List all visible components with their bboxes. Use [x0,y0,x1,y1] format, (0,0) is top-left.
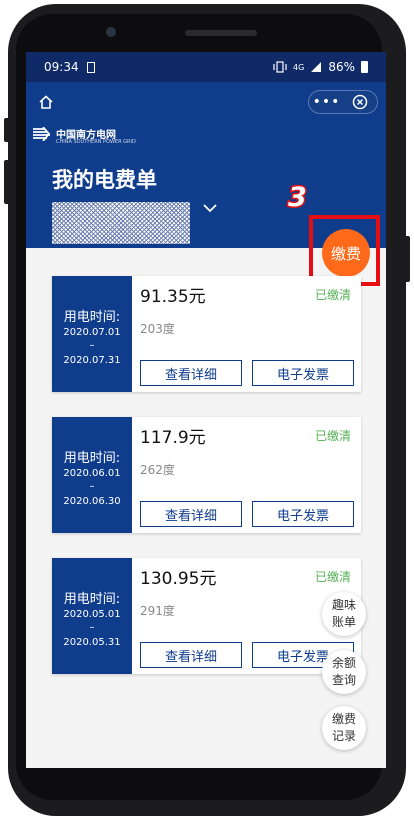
page-title: 我的电费单 [52,168,157,192]
app-screen: 09:34 4G 86% ••• 中国南方电网 CHINA SOUTHERN P… [26,52,386,768]
status-time: 09:34 [44,60,79,74]
period-start: 2020.05.01 [63,609,121,620]
period-end: 2020.05.31 [63,637,121,648]
company-logo: 中国南方电网 CHINA SOUTHERN POWER GRID [32,126,136,145]
bill-card: 用电时间: 2020.05.01 – 2020.05.31 130.95元 已缴… [52,558,361,674]
fun-bill-line1: 趣味 [331,598,356,612]
balance-query-line2: 查询 [331,673,356,687]
bill-amount: 117.9元 [140,428,206,448]
mini-program-capsule: ••• [308,90,378,114]
signal-icon [311,62,322,72]
period-label: 用电时间: [63,592,121,607]
usage-kwh: 262度 [140,463,175,477]
power-button [4,160,10,204]
home-icon[interactable] [36,92,56,112]
period-separator: – [89,340,95,351]
paid-status: 已缴清 [314,429,351,443]
paid-status: 已缴清 [314,570,351,584]
period-end: 2020.06.30 [63,496,121,507]
front-camera [106,27,116,37]
balance-query-label: 余额 查询 [332,655,356,689]
status-bar: 09:34 4G 86% [26,52,386,82]
payment-records-label: 缴费 记录 [332,711,356,745]
view-detail-button[interactable]: 查看详细 [140,642,242,668]
period-start: 2020.07.01 [63,327,121,338]
sim-icon [86,61,95,73]
volume-button [4,118,10,142]
close-circle-icon [353,94,368,110]
period-label: 用电时间: [63,310,121,325]
more-menu-button[interactable]: ••• [309,94,344,110]
side-button-right [404,236,410,282]
battery-icon [361,61,368,73]
view-detail-button[interactable]: 查看详细 [140,360,242,386]
period-separator: – [89,481,95,492]
period-label: 用电时间: [63,451,121,466]
balance-query-line1: 余额 [331,656,356,670]
bill-amount: 130.95元 [140,569,217,589]
earpiece-speaker [185,30,257,36]
close-button[interactable] [344,94,377,110]
view-detail-button[interactable]: 查看详细 [140,501,242,527]
payment-records-button[interactable]: 缴费 记录 [322,706,366,750]
vibrate-icon [273,61,287,73]
fun-bill-label: 趣味 账单 [332,597,356,631]
payment-records-line1: 缴费 [331,712,356,726]
bill-period-panel: 用电时间: 2020.07.01 – 2020.07.31 [52,276,132,392]
logo-subtext: CHINA SOUTHERN POWER GRID [56,139,136,145]
e-invoice-button[interactable]: 电子发票 [252,501,354,527]
bill-card: 用电时间: 2020.06.01 – 2020.06.30 117.9元 已缴清… [52,417,361,533]
bill-period-panel: 用电时间: 2020.06.01 – 2020.06.30 [52,417,132,533]
bill-amount: 91.35元 [140,287,206,307]
e-invoice-button[interactable]: 电子发票 [252,360,354,386]
usage-kwh: 203度 [140,322,175,336]
network-label: 4G [293,62,305,72]
bill-period-panel: 用电时间: 2020.05.01 – 2020.05.31 [52,558,132,674]
status-right: 4G 86% [273,60,368,74]
payment-records-line2: 记录 [331,729,356,743]
power-grid-logo-icon [33,126,51,141]
bill-card: 用电时间: 2020.07.01 – 2020.07.31 91.35元 已缴清… [52,276,361,392]
balance-query-button[interactable]: 余额 查询 [322,650,366,694]
battery-percent: 86% [328,60,355,74]
period-end: 2020.07.31 [63,355,121,366]
chevron-down-icon[interactable] [202,202,218,214]
period-start: 2020.06.01 [63,468,121,479]
fun-bill-button[interactable]: 趣味 账单 [322,592,366,636]
step-number-annotation: 3 [287,181,309,215]
account-selector-masked[interactable] [52,202,190,244]
period-separator: – [89,622,95,633]
fun-bill-line2: 账单 [331,615,356,629]
usage-kwh: 291度 [140,604,175,618]
paid-status: 已缴清 [314,288,351,302]
